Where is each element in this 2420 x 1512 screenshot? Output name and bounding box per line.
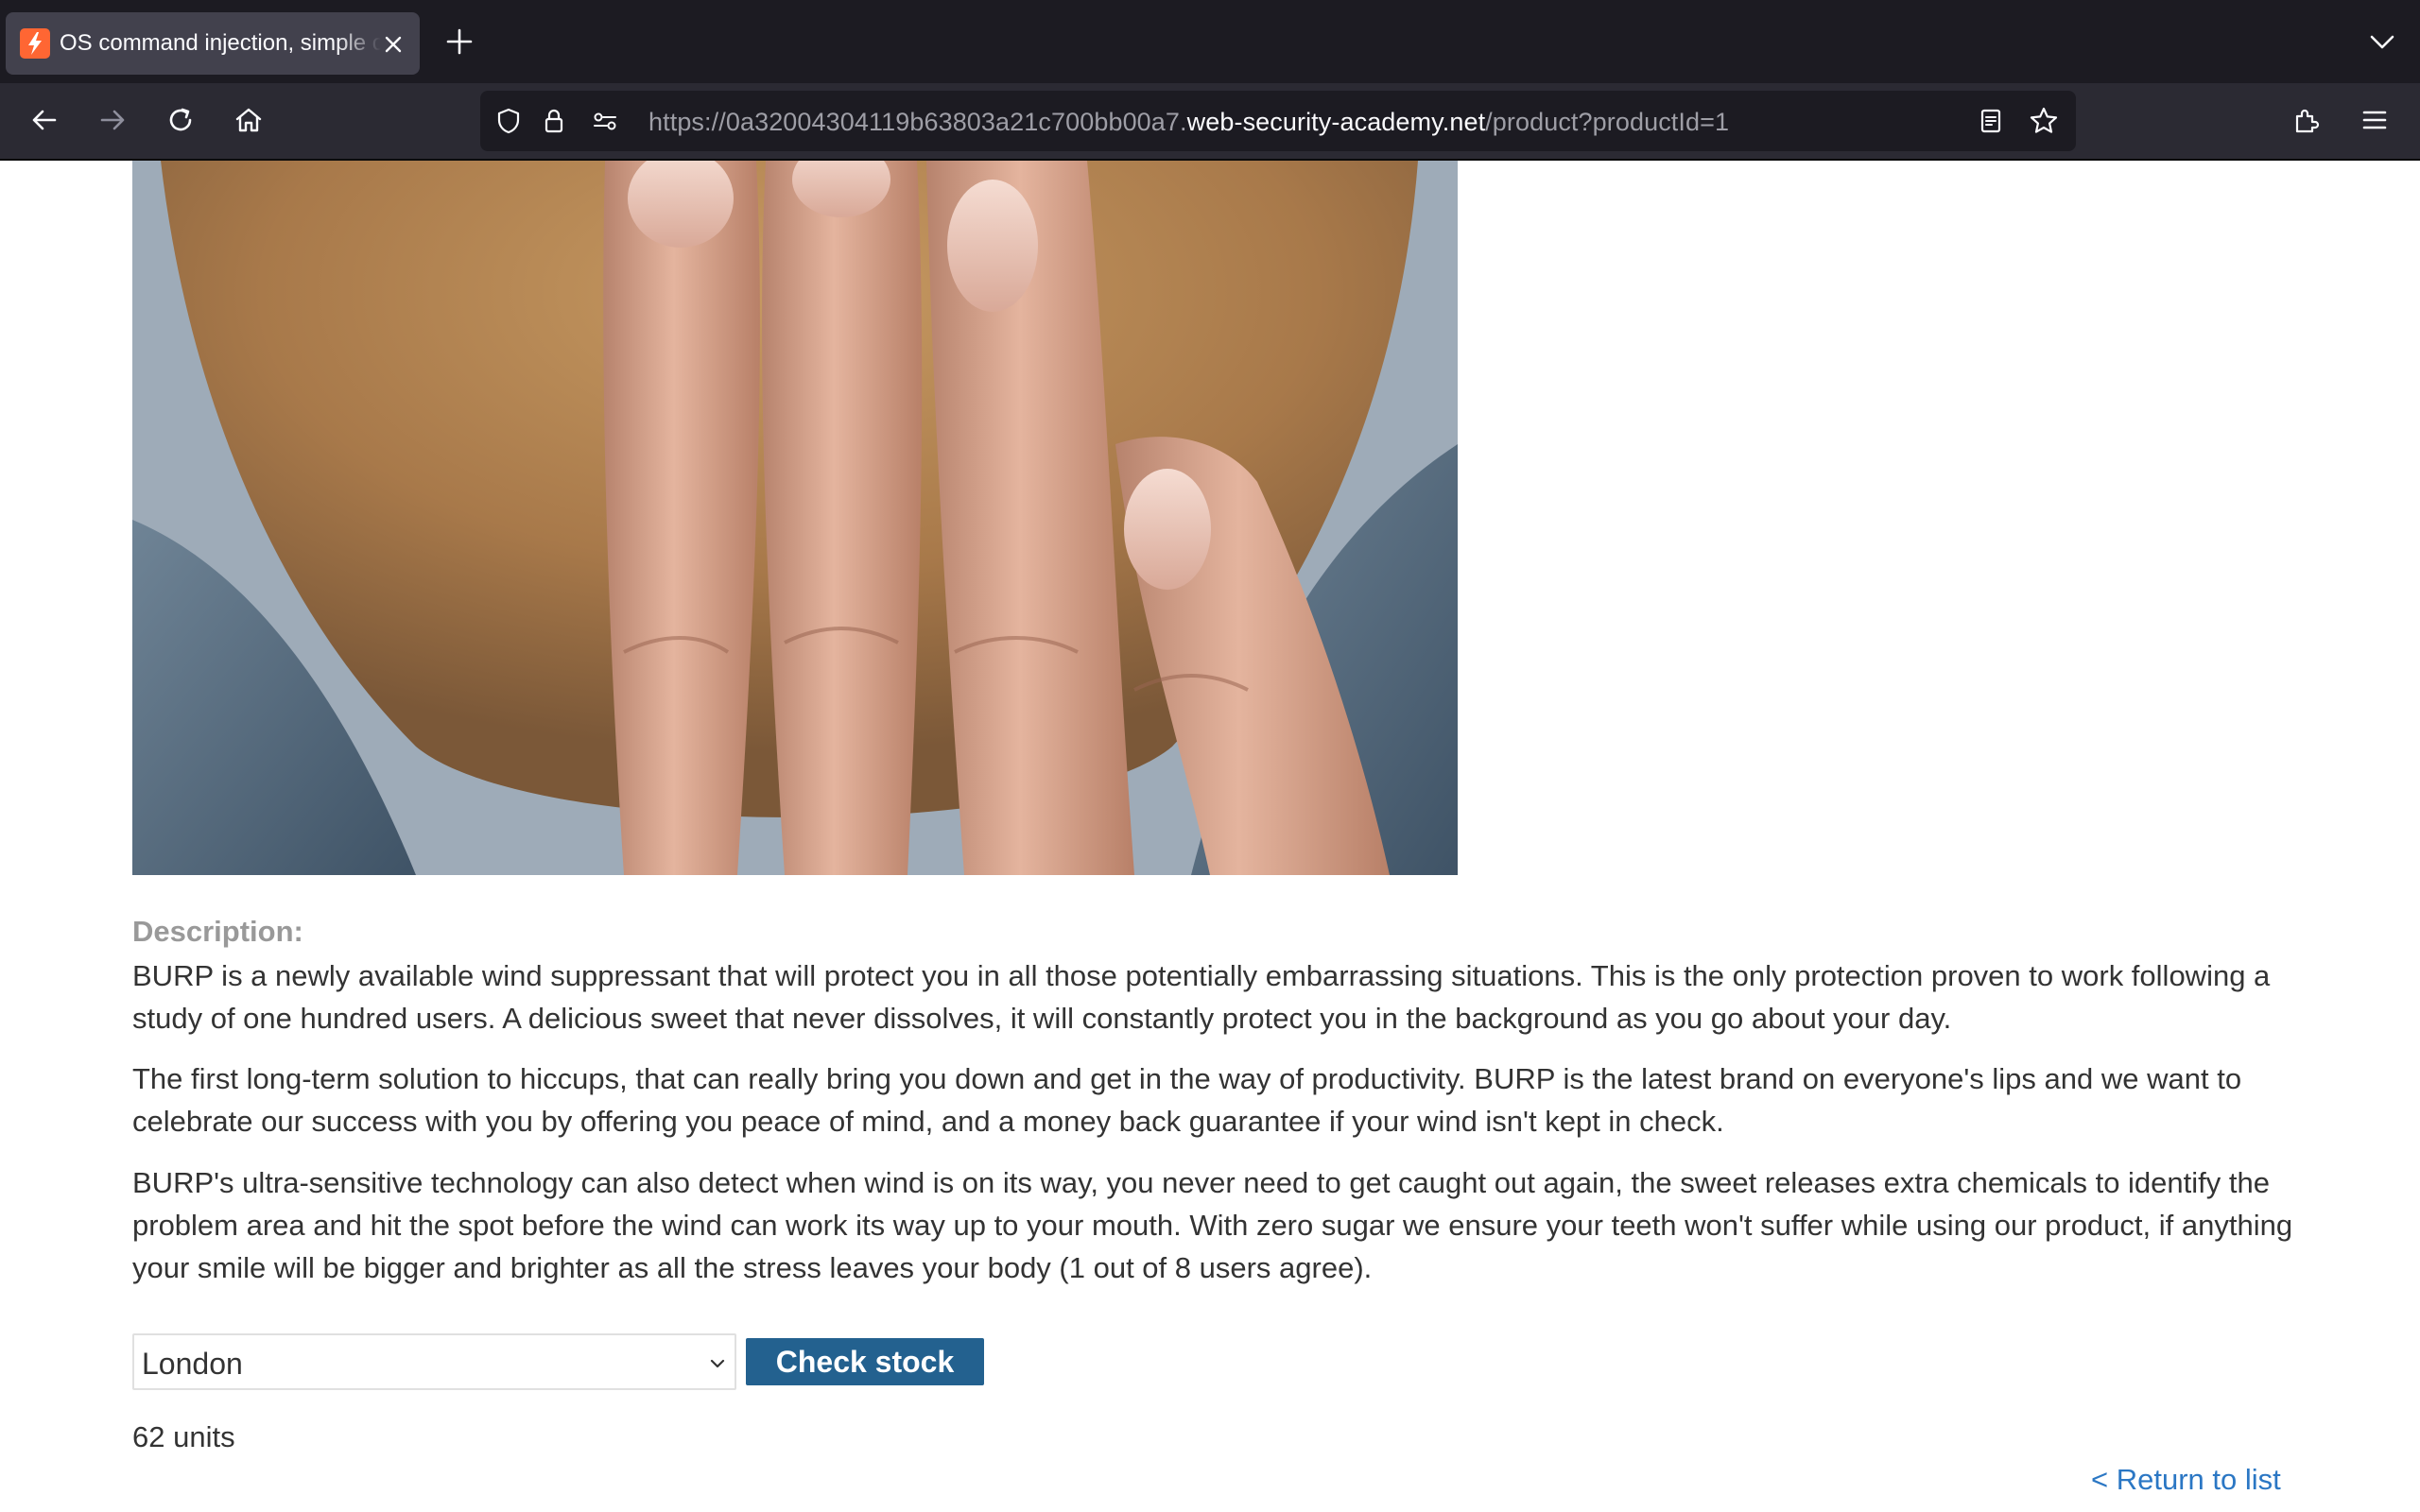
url-path: /product?productId=1 [1485,108,1730,136]
url-host: web-security-academy.net [1186,108,1486,136]
shield-icon[interactable] [493,106,524,136]
product-image [132,161,1458,875]
description-paragraph: The first long-term solution to hiccups,… [132,1062,2242,1138]
navigation-toolbar: https://0a32004304119b63803a21c700bb00a7… [0,83,2420,161]
bookmark-star-icon[interactable] [2029,106,2059,136]
store-select[interactable]: London [132,1333,736,1390]
forward-button[interactable] [94,101,131,139]
close-tab-icon[interactable] [382,33,405,56]
burp-favicon-icon [20,28,50,59]
back-arrow-icon [32,110,57,130]
chevron-down-icon[interactable] [2367,26,2397,57]
extensions-button[interactable] [2288,101,2325,139]
check-stock-button[interactable]: Check stock [746,1338,984,1385]
lock-icon[interactable] [539,106,569,136]
stock-result: 62 units [132,1420,235,1453]
puzzle-piece-icon [2295,109,2320,133]
active-tab[interactable]: OS command injection, simple case [6,12,420,75]
forward-arrow-icon [100,110,125,130]
tab-strip: OS command injection, simple case [0,0,2420,83]
store-select-value: London [142,1347,243,1381]
description-paragraph: BURP is a newly available wind suppressa… [132,959,2271,1035]
reader-view-icon[interactable] [1976,106,2006,136]
description-label: Description: [132,915,303,948]
back-button[interactable] [26,101,63,139]
new-tab-icon[interactable] [444,26,475,57]
app-menu-button[interactable] [2356,101,2394,139]
home-icon [235,108,262,132]
home-button[interactable] [230,101,268,139]
tab-title: OS command injection, simple case [60,30,381,56]
url-text: https://0a32004304119b63803a21c700bb00a7… [648,108,1729,137]
permissions-icon[interactable] [590,106,620,136]
return-to-list-link[interactable]: < Return to list [2091,1463,2281,1497]
url-prefix: https://0a32004304119b63803a21c700bb00a7… [648,108,1187,136]
reload-icon [169,108,192,131]
address-bar[interactable]: https://0a32004304119b63803a21c700bb00a7… [480,91,2076,151]
description-paragraph: BURP's ultra-sensitive technology can al… [132,1166,2293,1284]
reload-button[interactable] [162,101,199,139]
hamburger-menu-icon [2362,111,2387,129]
chevron-down-icon [710,1359,725,1368]
